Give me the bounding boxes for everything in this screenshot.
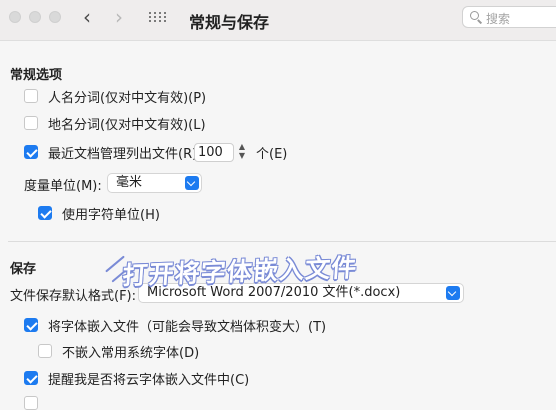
- person-name-split-label: 人名分词(仅对中文有效)(P): [48, 91, 207, 106]
- back-icon[interactable]: ‹: [83, 7, 91, 27]
- unit-label: 度量单位(M):: [24, 179, 102, 194]
- person-name-split-checkbox[interactable]: [24, 89, 38, 103]
- grid-view-icon[interactable]: [149, 12, 166, 23]
- general-section-title: 常规选项: [10, 68, 63, 83]
- partial-checkbox[interactable]: [24, 396, 38, 410]
- char-unit-checkbox[interactable]: [38, 206, 52, 220]
- chevron-down-icon: [185, 176, 199, 190]
- default-format-label: 文件保存默认格式(F):: [10, 289, 137, 304]
- place-name-split-label: 地名分词(仅对中文有效)(L): [48, 118, 206, 133]
- recent-docs-checkbox[interactable]: [24, 145, 38, 159]
- char-unit-label: 使用字符单位(H): [62, 208, 160, 223]
- minimize-window-button[interactable]: [29, 11, 41, 23]
- window-toolbar: ‹ › 常规与保存 搜索: [0, 0, 556, 41]
- unit-select[interactable]: 毫米: [107, 173, 202, 193]
- recent-docs-suffix: 个(E): [256, 147, 288, 162]
- remind-cloud-fonts-label: 提醒我是否将云字体嵌入文件中(C): [48, 373, 250, 388]
- search-placeholder: 搜索: [486, 12, 511, 26]
- recent-docs-count-input[interactable]: 100: [194, 143, 234, 162]
- recent-docs-label: 最近文档管理列出文件(R):: [48, 147, 202, 162]
- no-embed-common-label: 不嵌入常用系统字体(D): [62, 346, 200, 361]
- unit-select-value: 毫米: [116, 175, 143, 190]
- chevron-down-icon: [446, 286, 460, 300]
- zoom-window-button[interactable]: [49, 11, 61, 23]
- close-window-button[interactable]: [9, 11, 21, 23]
- embed-fonts-label: 将字体嵌入文件（可能会导致文档体积变大）(T): [48, 320, 327, 335]
- place-name-split-checkbox[interactable]: [24, 116, 38, 130]
- embed-fonts-checkbox[interactable]: [24, 318, 38, 332]
- search-input[interactable]: 搜索: [462, 6, 556, 28]
- forward-icon[interactable]: ›: [115, 7, 123, 27]
- search-icon: [470, 11, 479, 20]
- no-embed-common-checkbox[interactable]: [38, 344, 52, 358]
- save-section-title: 保存: [10, 262, 37, 277]
- page-title: 常规与保存: [189, 13, 270, 32]
- section-divider: [8, 241, 556, 242]
- recent-docs-stepper[interactable]: ▲ ▼: [237, 142, 247, 162]
- remind-cloud-fonts-checkbox[interactable]: [24, 371, 38, 385]
